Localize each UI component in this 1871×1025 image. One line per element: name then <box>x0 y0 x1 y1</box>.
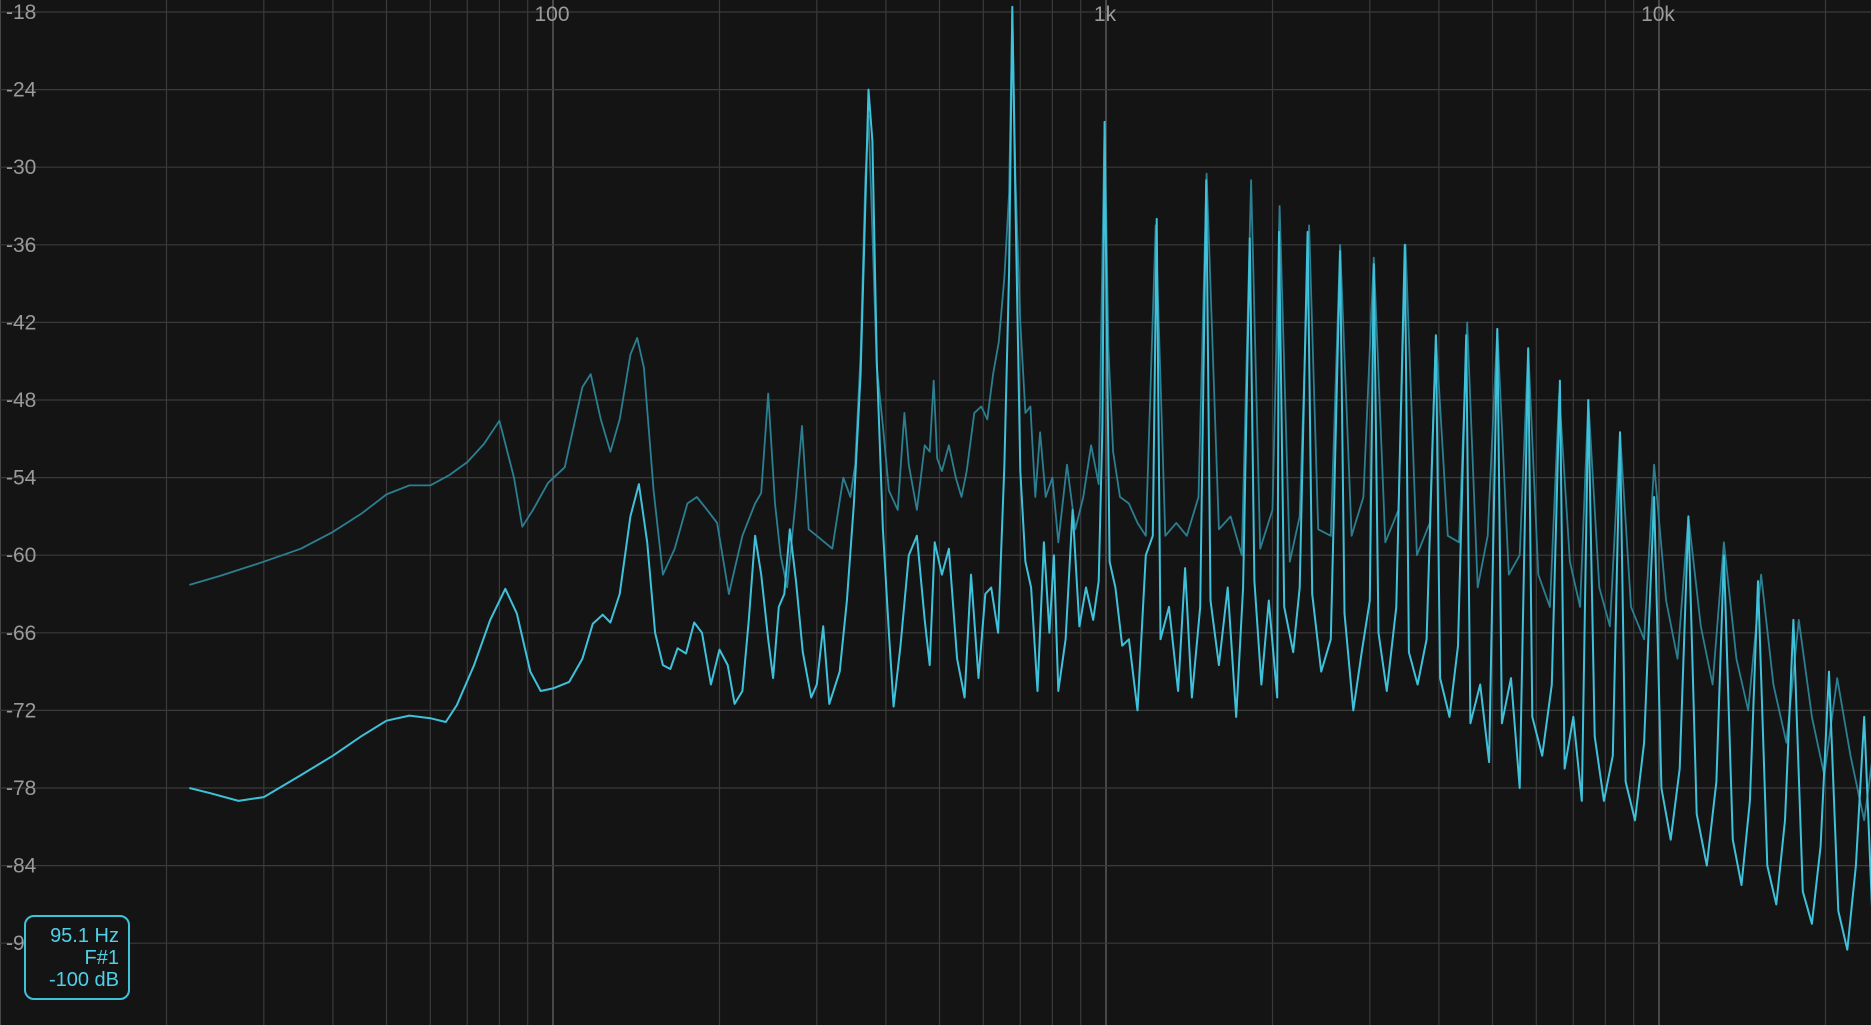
x-tick-label: 1k <box>1094 3 1117 26</box>
readout-note: F#1 <box>84 947 119 969</box>
x-tick-label: 10k <box>1641 3 1675 26</box>
cursor-readout: 95.1 Hz F#1 -100 dB <box>24 915 130 1000</box>
readout-level: -100 dB <box>48 969 119 991</box>
readout-frequency: 95.1 Hz <box>50 925 119 947</box>
y-tick-label: -48 <box>6 389 36 412</box>
x-tick-label: 100 <box>534 3 569 26</box>
y-tick-label: -60 <box>6 544 36 567</box>
y-tick-label: -36 <box>6 234 36 257</box>
y-tick-label: -84 <box>6 855 37 878</box>
y-tick-label: -24 <box>6 79 37 102</box>
y-tick-label: -42 <box>6 311 36 334</box>
y-tick-label: -30 <box>6 156 36 179</box>
y-tick-label: -54 <box>6 467 37 490</box>
y-tick-label: -72 <box>6 699 36 722</box>
spectrum-analyzer[interactable]: 100 1k 10k -18 -24 -30 -36 -42 -48 -54 -60 -66 -72 -… <box>0 0 1871 1025</box>
y-tick-label: -66 <box>6 622 36 645</box>
y-tick-label: -78 <box>6 777 36 800</box>
y-tick-label: -18 <box>6 1 36 24</box>
